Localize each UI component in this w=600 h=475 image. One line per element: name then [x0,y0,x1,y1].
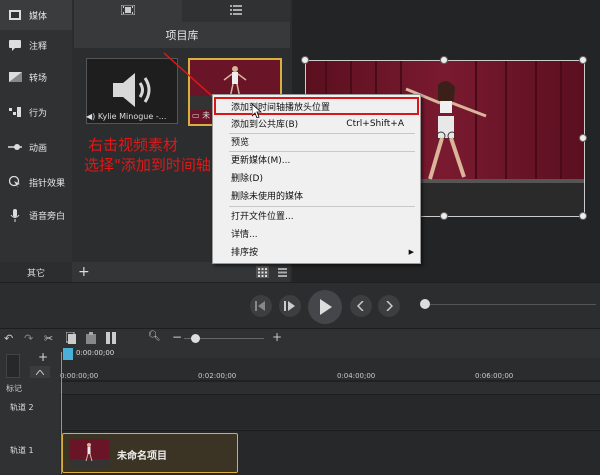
cursor-icon [8,176,22,188]
sidebar-item-label: 媒体 [29,11,48,22]
step-forward-icon [284,301,295,311]
behavior-icon [8,106,22,118]
copy-icon[interactable] [65,331,76,347]
sidebar: 媒体 注释 转场 行为 动画 指针效果 语音旁白 [0,0,72,262]
timeline-clip[interactable]: 未命名项目 [62,433,238,473]
ruler-tick-label: 0:04:00;00 [337,372,376,380]
resize-handle[interactable] [440,212,448,220]
previous-button[interactable] [350,295,372,317]
chevron-up-icon [36,369,44,375]
playback-slider[interactable] [420,299,596,309]
track-headers: + 标记 轨道 2 轨道 1 [0,348,60,474]
menu-item-open-location[interactable]: 打开文件位置... [213,207,420,224]
next-button[interactable] [378,295,400,317]
tab-list[interactable] [182,0,290,22]
library-tabs [74,0,290,22]
sidebar-item-animations[interactable]: 动画 [0,132,72,162]
playhead-handle[interactable] [63,348,73,360]
zoom-slider-thumb[interactable] [191,334,200,343]
annotation-icon [8,39,22,51]
filmstrip-icon [120,4,136,18]
sidebar-item-transitions[interactable]: 转场 [0,62,72,92]
sidebar-item-cursor[interactable]: 指针效果 [0,167,72,197]
menu-item-details[interactable]: 详情... [213,225,420,242]
play-icon [320,299,332,315]
list-view-icon[interactable] [276,266,289,278]
resize-handle[interactable] [579,56,587,64]
clip-label: 未命名项目 [117,451,167,462]
zoom-out-icon[interactable]: − [172,330,182,344]
step-forward-button[interactable] [279,295,301,317]
ruler-tick-label: 0:06:00;00 [475,372,514,380]
submenu-arrow-icon: ▶ [408,247,414,256]
media-icon [8,9,22,21]
sidebar-item-label: 行为 [29,108,48,119]
resize-handle[interactable] [440,56,448,64]
menu-item-update-media[interactable]: 更新媒体(M)... [213,151,420,168]
track1-label: 轨道 1 [10,446,34,455]
menu-item-add-to-library[interactable]: 添加到公共库(B) Ctrl+Shift+A [213,115,420,132]
sidebar-item-label: 转场 [29,73,48,84]
paste-icon[interactable] [86,332,96,347]
tab-media-library[interactable] [74,0,182,22]
markers-track[interactable] [60,382,600,394]
menu-item-delete-unused[interactable]: 删除未使用的媒体 [213,187,420,204]
playhead-time: 0:00:00;00 [76,349,115,357]
sidebar-item-annotations[interactable]: 注释 [0,30,72,60]
redo-icon[interactable]: ↷ [24,332,33,345]
play-button[interactable] [308,290,342,324]
annotation-line1: 右击视频素材 [88,136,179,154]
menu-item-delete[interactable]: 删除(D) [213,169,420,186]
timeline-toolbar: ↶ ↷ ✂ 🔍︎ − + [0,328,600,349]
resize-handle[interactable] [301,56,309,64]
animation-icon [8,141,22,153]
zoom-in-icon[interactable]: + [272,330,282,344]
ruler-tick-label: 0:02:00;00 [198,372,237,380]
sidebar-item-voice[interactable]: 语音旁白 [0,200,72,230]
audio-small-icon: ◀) [86,112,96,121]
track-height-control[interactable] [6,354,20,378]
microphone-icon [8,208,22,222]
zoom-icon: 🔍︎ [148,331,161,342]
chevron-right-icon [386,301,393,311]
sidebar-item-label: 指针效果 [29,178,66,189]
player-controls [0,282,600,329]
add-icon[interactable]: + [78,264,90,280]
collapse-tracks-button[interactable] [30,366,50,378]
step-back-button[interactable] [250,295,272,317]
mouse-pointer-icon [252,104,262,118]
playback-slider-thumb[interactable] [420,299,430,309]
more-button[interactable]: 其它 [0,262,72,282]
library-bottom-bar: 其它 + [0,262,290,282]
grid-view-icon[interactable] [256,266,269,278]
transition-icon [8,71,22,83]
sidebar-item-media[interactable]: 媒体 [0,0,72,30]
chevron-left-icon [357,301,364,311]
annotation-line2: 选择"添加到时间轴" [84,156,218,174]
sidebar-item-label: 注释 [29,41,48,52]
timeline-ruler[interactable]: 0:00:00;00 0:00:00;00 0:02:00;00 0:04:00… [60,348,600,382]
menu-item-preview[interactable]: 预览 [213,133,420,150]
step-back-icon [255,301,265,311]
context-menu: 添加到时间轴播放头位置 添加到公共库(B) Ctrl+Shift+A 预览 更新媒… [212,94,421,264]
track2-label: 轨道 2 [10,403,34,412]
cut-icon[interactable]: ✂ [44,332,53,345]
clip-thumbnail [69,439,109,467]
sidebar-item-label: 动画 [29,143,48,154]
ruler-tick-label: 0:00:00;00 [60,372,99,380]
sidebar-item-label: 语音旁白 [29,211,66,222]
split-icon[interactable] [106,332,116,347]
sidebar-item-behaviors[interactable]: 行为 [0,97,72,127]
track-1[interactable]: 未命名项目 [60,430,600,475]
markers-label: 标记 [6,384,22,393]
menu-item-sort-by[interactable]: 排序按 ▶ [213,243,420,260]
track-2[interactable] [60,394,600,429]
resize-handle[interactable] [579,212,587,220]
list-icon [230,4,242,18]
undo-icon[interactable]: ↶ [4,332,13,345]
add-track-icon[interactable]: + [38,350,48,364]
playhead-line[interactable] [61,352,62,474]
menu-item-add-to-timeline[interactable]: 添加到时间轴播放头位置 [214,97,419,115]
resize-handle[interactable] [579,134,587,142]
